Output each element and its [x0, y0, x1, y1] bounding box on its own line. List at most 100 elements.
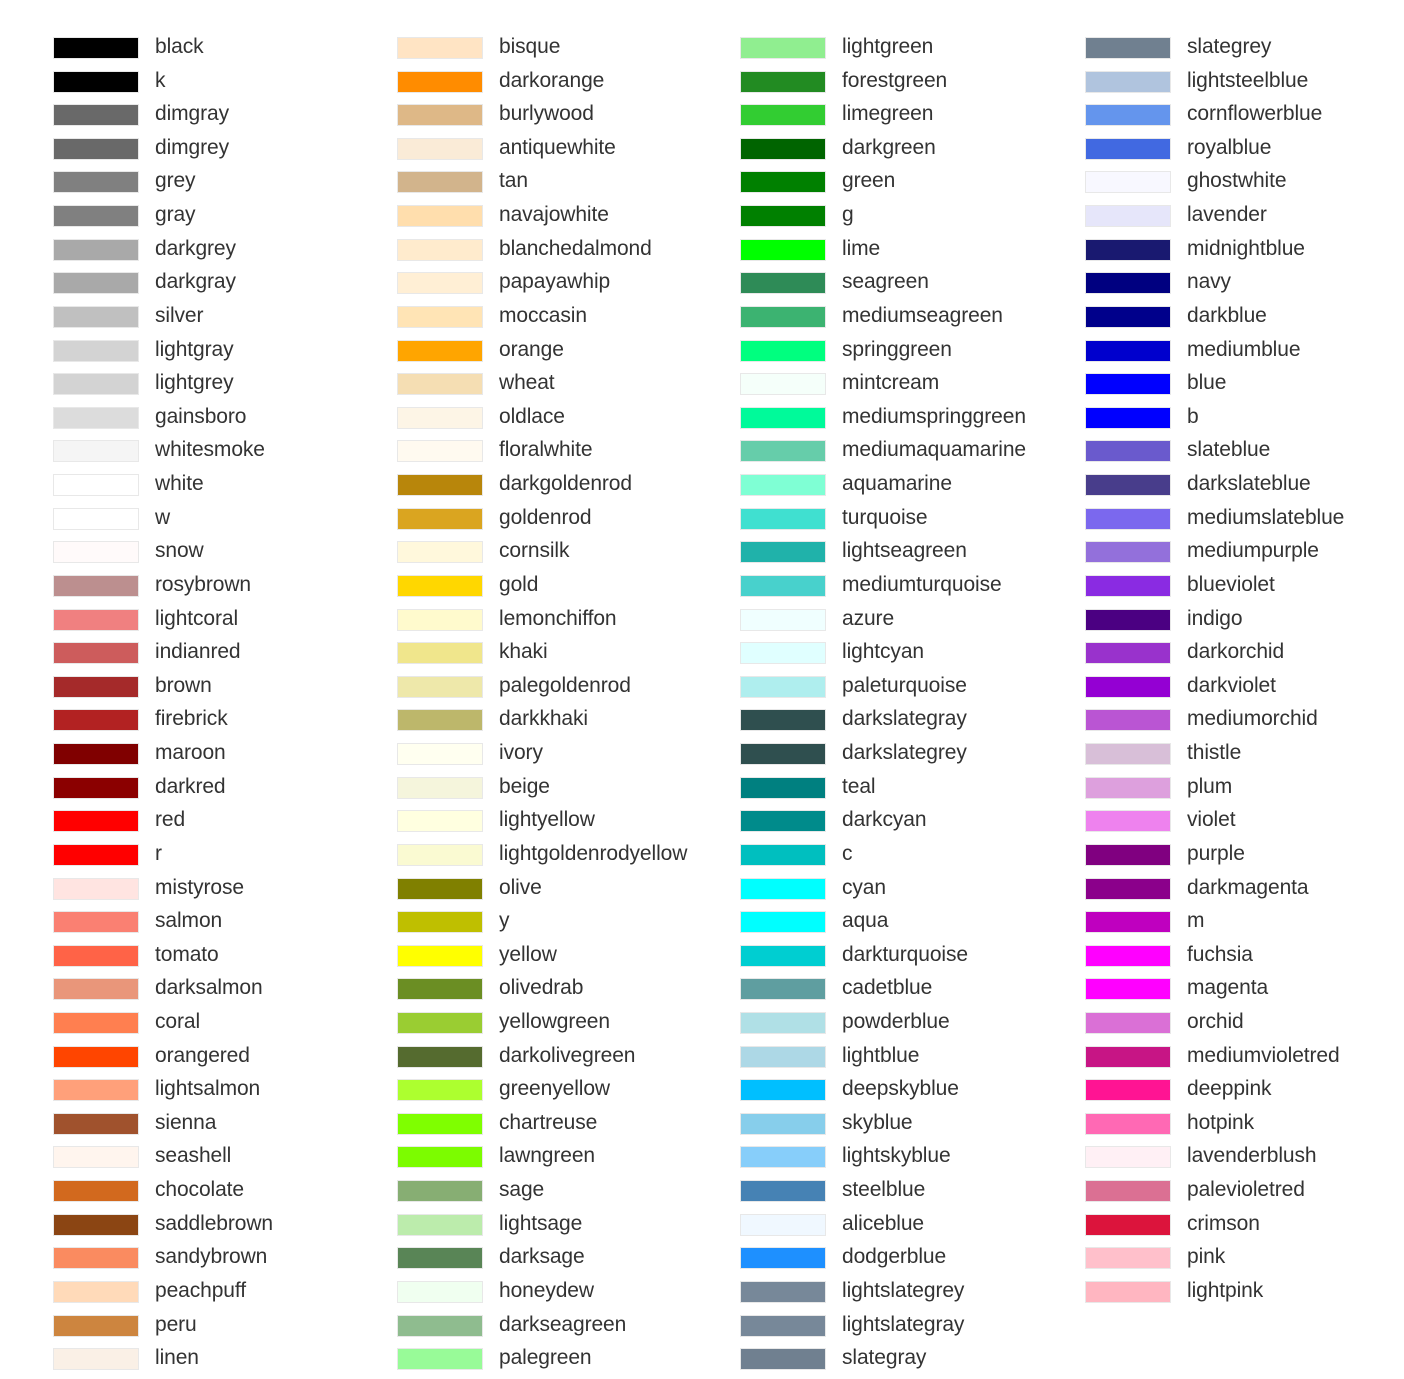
color-name-label: turquoise	[842, 505, 928, 529]
color-row: hotpink	[1032, 1111, 1376, 1139]
color-name-label: powderblue	[842, 1009, 950, 1033]
color-row: linen	[0, 1346, 344, 1374]
color-name-label: snow	[155, 539, 204, 563]
color-row: lightslategray	[687, 1313, 1031, 1341]
color-row: yellow	[344, 943, 688, 971]
color-name-label: ivory	[499, 741, 543, 765]
color-name-label: maroon	[155, 741, 226, 765]
color-swatch-beige	[397, 776, 483, 799]
color-name-label: mediumaquamarine	[842, 438, 1026, 462]
color-name-label: lightgrey	[155, 371, 234, 395]
color-row: rosybrown	[0, 573, 344, 601]
color-row: peru	[0, 1313, 344, 1341]
color-swatch-lightcoral	[53, 608, 139, 631]
color-name-label: lightsalmon	[155, 1077, 261, 1101]
color-name-label: goldenrod	[499, 505, 592, 529]
color-swatch-cyan	[740, 877, 826, 900]
color-row: y	[344, 909, 688, 937]
color-name-label: oldlace	[499, 404, 565, 428]
color-row: lightgreen	[687, 35, 1031, 63]
named-colors-table: black k dimgray dimgrey grey gray darkgrey dark…	[0, 0, 1404, 1379]
color-name-label: palevioletred	[1187, 1178, 1305, 1202]
color-swatch-lightgreen	[740, 37, 826, 59]
color-row: navy	[1032, 270, 1376, 298]
color-name-label: lightsteelblue	[1187, 68, 1309, 92]
color-row: beige	[344, 775, 688, 803]
color-row: maroon	[0, 741, 344, 769]
color-row: palegreen	[344, 1346, 688, 1374]
color-row: silver	[0, 304, 344, 332]
color-row: darkgrey	[0, 237, 344, 265]
color-row: darkgreen	[687, 136, 1031, 164]
color-swatch-orange	[397, 339, 483, 362]
color-row: brown	[0, 674, 344, 702]
color-row: mediumturquoise	[687, 573, 1031, 601]
color-name-label: dodgerblue	[842, 1245, 947, 1269]
color-row: darkgray	[0, 270, 344, 298]
color-row: limegreen	[687, 102, 1031, 130]
color-row: skyblue	[687, 1111, 1031, 1139]
color-swatch-bisque	[397, 37, 483, 59]
color-swatch-forestgreen	[740, 70, 826, 93]
color-name-label: orangered	[155, 1043, 250, 1067]
color-swatch-linen	[53, 1348, 139, 1371]
color-swatch-darkolivegreen	[397, 1045, 483, 1068]
color-row: grey	[0, 169, 344, 197]
color-swatch-oldlace	[397, 406, 483, 429]
color-swatch-r	[53, 843, 139, 866]
color-name-label: lightgreen	[842, 35, 934, 58]
color-swatch-orchid	[1085, 1011, 1171, 1034]
color-name-label: burlywood	[499, 102, 594, 126]
color-row: greenyellow	[344, 1077, 688, 1105]
color-row: olivedrab	[344, 976, 688, 1004]
color-row: lightgrey	[0, 371, 344, 399]
color-swatch-cornflowerblue	[1085, 104, 1171, 127]
color-name-label: lime	[842, 236, 881, 260]
color-row: midnightblue	[1032, 237, 1376, 265]
color-row: lightsteelblue	[1032, 69, 1376, 97]
color-row: saddlebrown	[0, 1212, 344, 1240]
color-swatch-plum	[1085, 776, 1171, 799]
color-swatch-k	[53, 70, 139, 93]
color-name-label: midnightblue	[1187, 236, 1305, 260]
color-swatch-teal	[740, 776, 826, 799]
color-row: darkred	[0, 775, 344, 803]
color-name-label: darksage	[499, 1245, 585, 1269]
color-name-label: silver	[155, 303, 204, 327]
color-row: floralwhite	[344, 438, 688, 466]
color-name-label: cyan	[842, 875, 886, 899]
color-name-label: mediumorchid	[1187, 707, 1318, 731]
color-name-label: cadetblue	[842, 976, 933, 1000]
color-swatch-goldenrod	[397, 507, 483, 530]
color-name-label: darkcyan	[842, 808, 927, 832]
color-swatch-cornsilk	[397, 541, 483, 564]
color-name-label: sandybrown	[155, 1245, 268, 1269]
color-row: royalblue	[1032, 136, 1376, 164]
color-row: cadetblue	[687, 976, 1031, 1004]
color-swatch-yellowgreen	[397, 1011, 483, 1034]
color-row: plum	[1032, 775, 1376, 803]
color-swatch-mintcream	[740, 373, 826, 396]
color-name-label: darkviolet	[1187, 673, 1276, 697]
color-name-label: palegreen	[499, 1346, 592, 1370]
color-name-label: mediumvioletred	[1187, 1043, 1340, 1067]
color-swatch-slateblue	[1085, 440, 1171, 463]
color-row: mediumvioletred	[1032, 1044, 1376, 1072]
color-name-label: gray	[155, 203, 196, 227]
color-name-label: lightcoral	[155, 606, 239, 630]
color-swatch-lightslategrey	[740, 1280, 826, 1303]
color-name-label: beige	[499, 774, 550, 798]
color-row: mediumspringgreen	[687, 405, 1031, 433]
color-name-label: bisque	[499, 35, 561, 58]
color-name-label: mediumspringgreen	[842, 404, 1026, 428]
color-row: darkorange	[344, 69, 688, 97]
color-swatch-g	[740, 205, 826, 228]
color-name-label: w	[155, 505, 171, 529]
color-name-label: tomato	[155, 942, 219, 966]
color-row: lavender	[1032, 203, 1376, 231]
color-name-label: seagreen	[842, 270, 929, 294]
color-swatch-deeppink	[1085, 1079, 1171, 1102]
color-name-label: darkslategrey	[842, 741, 967, 765]
color-swatch-tan	[397, 171, 483, 194]
color-name-label: darkslateblue	[1187, 472, 1311, 496]
